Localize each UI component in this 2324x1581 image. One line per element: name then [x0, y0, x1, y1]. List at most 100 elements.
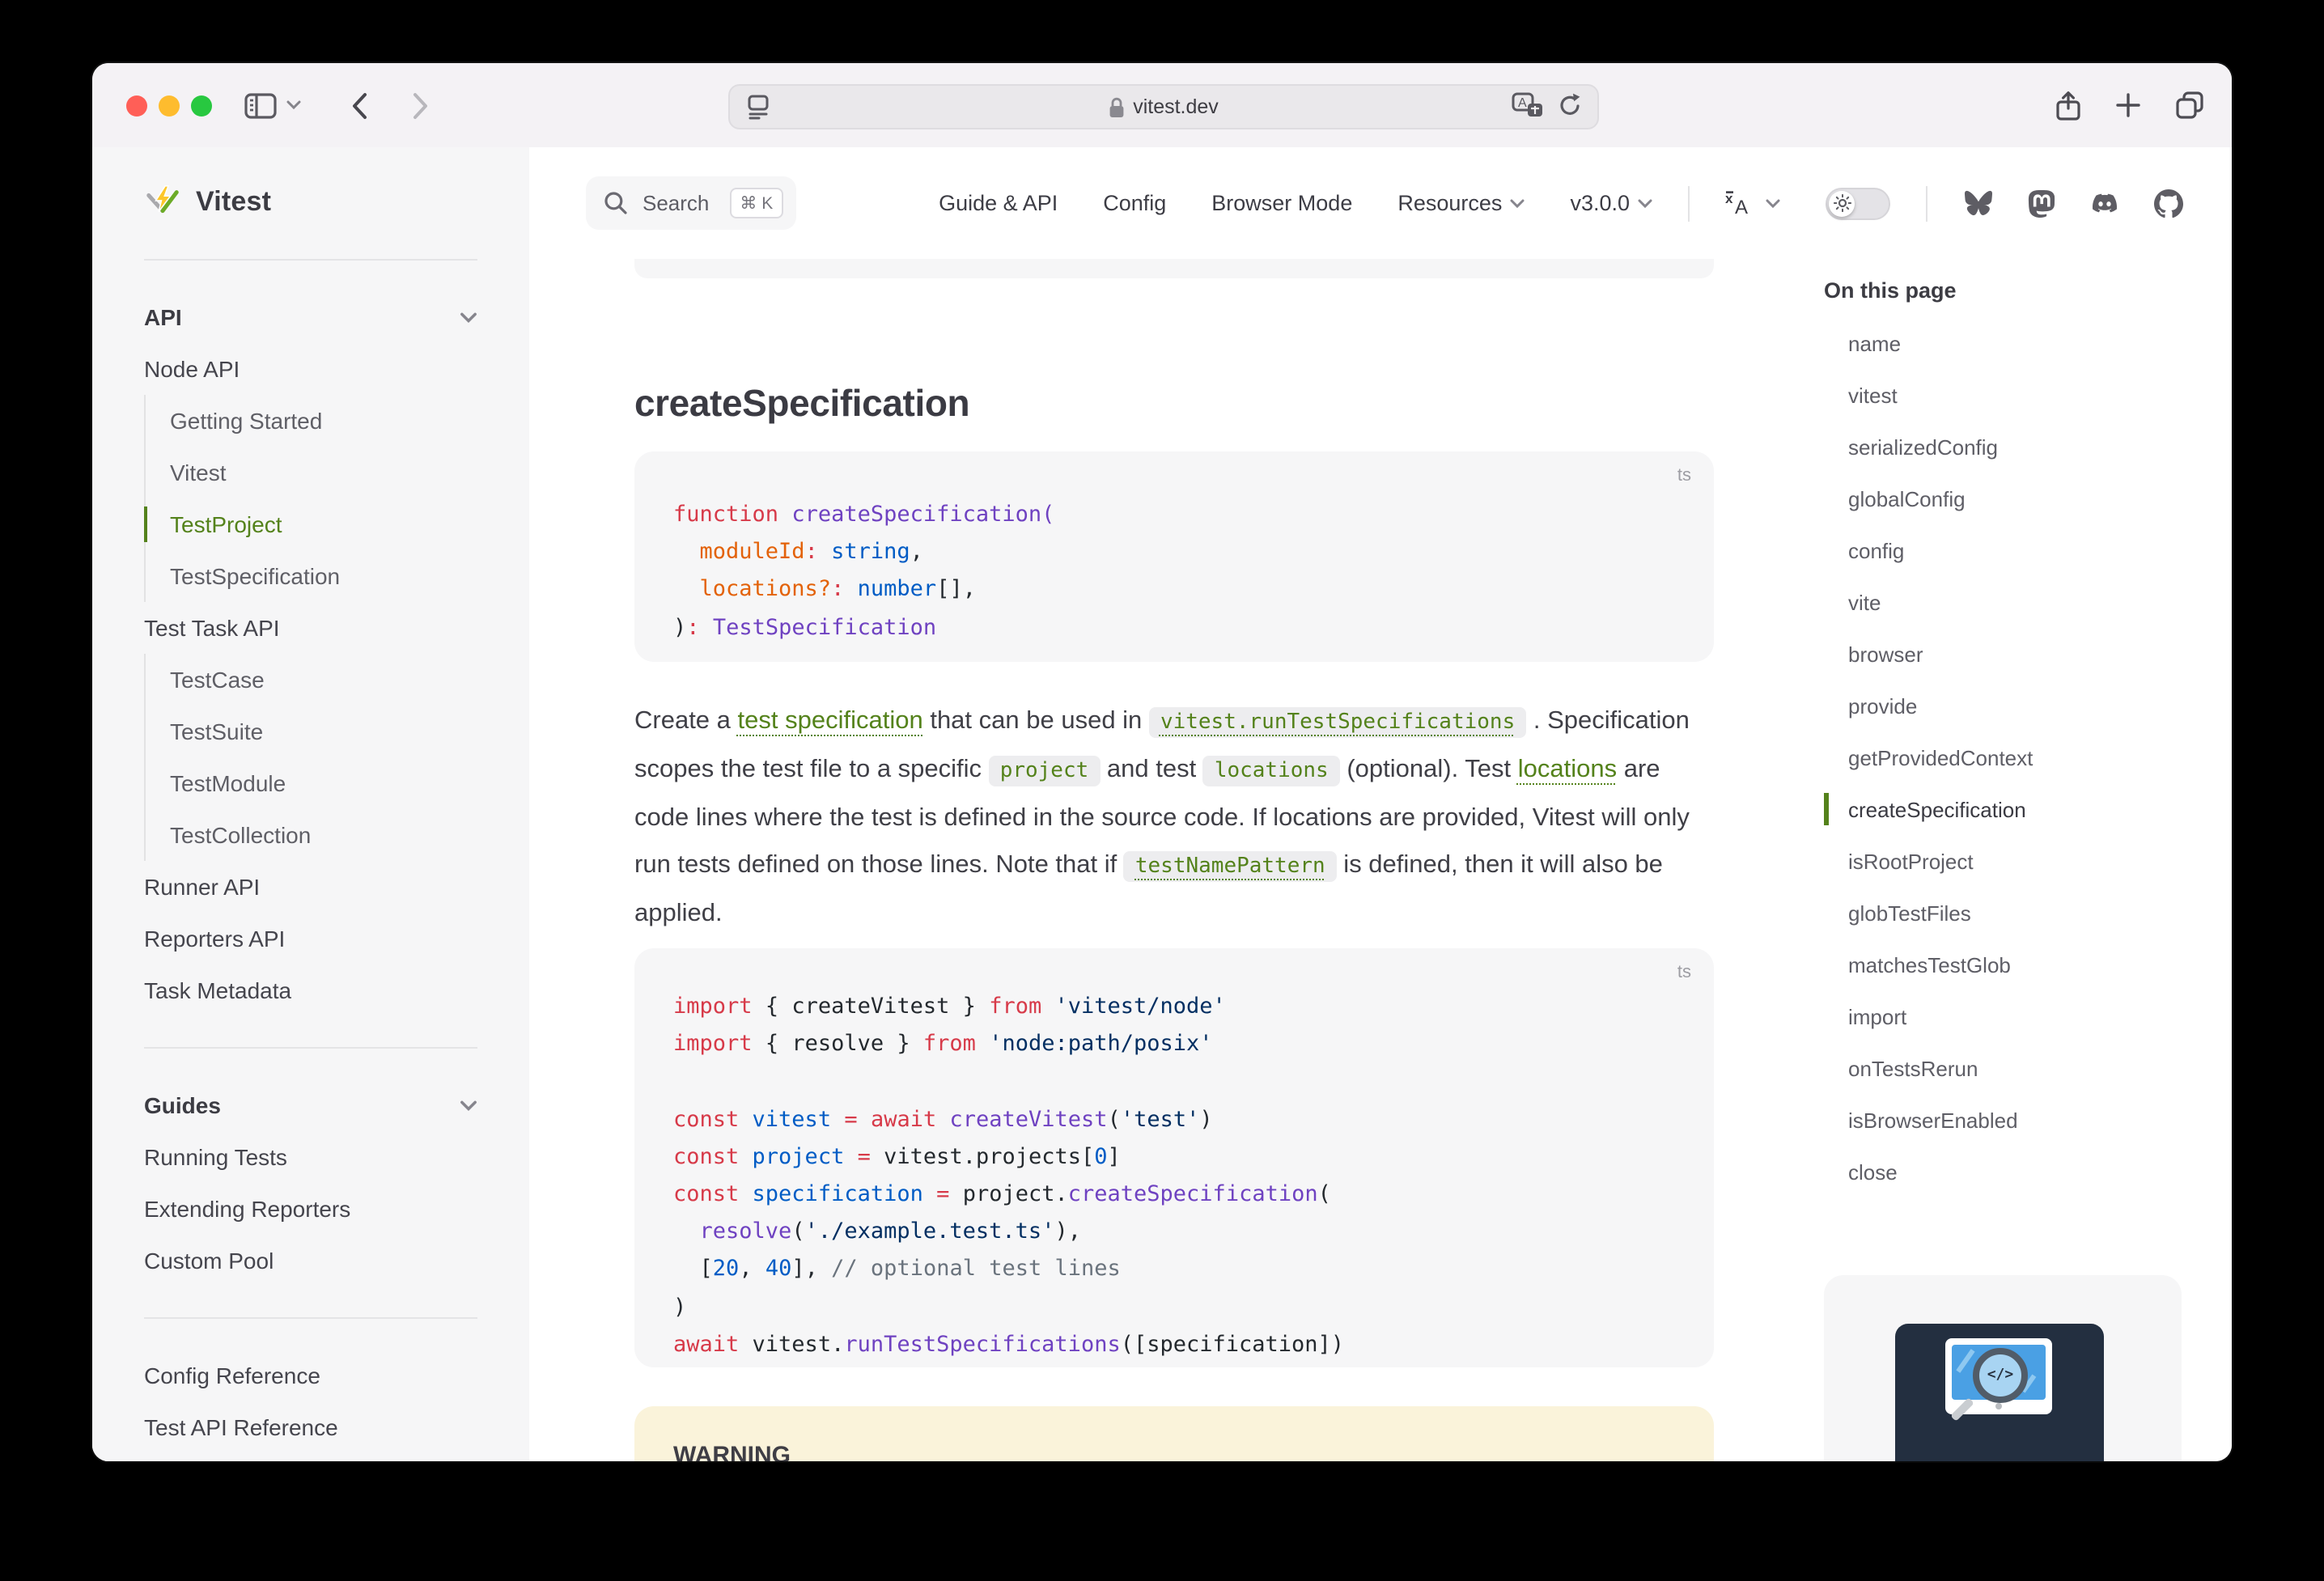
aside-item-config[interactable]: config: [1848, 524, 2182, 576]
code-line: moduleId: string,: [673, 534, 1675, 571]
address-bar[interactable]: vitest.dev A: [728, 84, 1599, 129]
sidebar-item-getting-started[interactable]: Getting Started: [170, 395, 477, 447]
close-window-button[interactable]: [126, 95, 147, 116]
site-viewport: Vitest APINode APIGetting StartedVitestT…: [92, 147, 2232, 1461]
sidebar-item-extending-reporters[interactable]: Extending Reporters: [144, 1183, 477, 1235]
nav-guide-api[interactable]: Guide & API: [939, 191, 1058, 215]
search-button[interactable]: Search ⌘ K: [586, 176, 795, 230]
sidebar-section-guides[interactable]: Guides: [144, 1079, 477, 1131]
reload-icon[interactable]: [1559, 92, 1581, 118]
tabs-icon: [2175, 91, 2204, 120]
magnifier-code-icon: </>: [1973, 1348, 2028, 1403]
chevron-down-icon: [460, 1100, 477, 1111]
vitest-logo[interactable]: Vitest: [144, 181, 477, 223]
on-this-page-title: On this page: [1824, 259, 2182, 303]
zoom-window-button[interactable]: [191, 95, 212, 116]
tab-overview-button[interactable]: [2170, 86, 2209, 125]
doc-link[interactable]: locations: [1518, 756, 1617, 783]
nav-resources[interactable]: Resources: [1397, 191, 1525, 215]
divider: [1926, 185, 1927, 221]
sidebar-divider: [144, 1047, 477, 1049]
inline-code-link[interactable]: vitest.runTestSpecifications: [1149, 707, 1526, 738]
sidebar-item-testmodule[interactable]: TestModule: [170, 757, 477, 809]
back-button[interactable]: [340, 86, 379, 125]
sidebar-menu-chevron[interactable]: [280, 86, 306, 125]
sidebar-label: Reporters API: [144, 926, 285, 952]
sidebar-item-reporters-api[interactable]: Reporters API: [144, 913, 477, 964]
sidebar-item-runner-api[interactable]: Runner API: [144, 861, 477, 913]
aside-item-import[interactable]: import: [1848, 990, 2182, 1042]
chevron-down-icon: [286, 100, 300, 110]
aside-item-isrootproject[interactable]: isRootProject: [1848, 835, 2182, 887]
warning-title: WARNING: [673, 1442, 1675, 1461]
chevron-right-icon: [413, 91, 429, 119]
url-text: vitest.dev: [1133, 95, 1219, 118]
theme-toggle-knob: [1829, 190, 1855, 216]
plus-icon: [2115, 92, 2141, 118]
aside-item-provide[interactable]: provide: [1848, 680, 2182, 731]
aside-item-createspecification[interactable]: createSpecification: [1848, 783, 2182, 835]
ad-card[interactable]: </>: [1824, 1275, 2182, 1461]
aside-item-globtestfiles[interactable]: globTestFiles: [1848, 887, 2182, 939]
sidebar-label: Node API: [144, 356, 240, 382]
url-text-wrap: vitest.dev: [730, 86, 1597, 128]
warning-callout: WARNING createSpecification expects reso…: [634, 1406, 1714, 1461]
sidebar-section-api[interactable]: API: [144, 291, 477, 343]
aside-item-globalconfig[interactable]: globalConfig: [1848, 473, 2182, 524]
language-switcher[interactable]: x A: [1725, 190, 1780, 216]
sidebar-item-test-task-api[interactable]: Test Task API: [144, 602, 477, 654]
url-right-icons: A: [1512, 92, 1581, 118]
sidebar-label: Test API Reference: [144, 1414, 338, 1440]
forward-button[interactable]: [401, 86, 440, 125]
code-line: function createSpecification(: [673, 497, 1675, 534]
aside-item-close[interactable]: close: [1848, 1146, 2182, 1197]
sidebar-item-task-metadata[interactable]: Task Metadata: [144, 964, 477, 1016]
sidebar-item-running-tests[interactable]: Running Tests: [144, 1131, 477, 1183]
aside-item-isbrowserenabled[interactable]: isBrowserEnabled: [1848, 1094, 2182, 1146]
minimize-window-button[interactable]: [159, 95, 180, 116]
inline-code-link[interactable]: testNamePattern: [1124, 851, 1337, 882]
nav-version[interactable]: v3.0.0: [1570, 191, 1652, 215]
sidebar-item-vitest[interactable]: Vitest: [170, 447, 477, 498]
sidebar-group: Getting StartedVitestTestProjectTestSpec…: [144, 395, 477, 602]
aside-item-ontestsrerun[interactable]: onTestsRerun: [1848, 1042, 2182, 1094]
translate-icon[interactable]: A: [1512, 92, 1544, 118]
nav-browser-mode[interactable]: Browser Mode: [1211, 191, 1352, 215]
aside-item-serializedconfig[interactable]: serializedConfig: [1848, 421, 2182, 473]
sidebar-group: TestCaseTestSuiteTestModuleTestCollectio…: [144, 654, 477, 861]
nav-version-label: v3.0.0: [1570, 191, 1630, 215]
code-line: const vitest = await createVitest('test'…: [673, 1101, 1675, 1138]
sidebar-item-custom-pool[interactable]: Custom Pool: [144, 1235, 477, 1286]
sidebar-item-testsuite[interactable]: TestSuite: [170, 706, 477, 757]
doc-link[interactable]: test specification: [738, 707, 923, 735]
aside-item-browser[interactable]: browser: [1848, 628, 2182, 680]
theme-toggle[interactable]: [1826, 187, 1890, 219]
sidebar-divider: [144, 1317, 477, 1319]
sidebar-item-config-reference[interactable]: Config Reference: [144, 1350, 477, 1401]
top-nav: Guide & API Config Browser Mode Resource…: [939, 185, 2183, 221]
aside-item-vitest[interactable]: vitest: [1848, 369, 2182, 421]
sidebar-label: Running Tests: [144, 1144, 287, 1170]
aside-item-name[interactable]: name: [1848, 317, 2182, 369]
sidebar-toggle-button[interactable]: [241, 86, 280, 125]
mastodon-icon[interactable]: [2028, 189, 2055, 218]
code-block-2: ts import { createVitest } from 'vitest/…: [634, 948, 1714, 1367]
bluesky-icon[interactable]: [1963, 189, 1994, 217]
share-button[interactable]: [2049, 86, 2088, 125]
sidebar-item-node-api[interactable]: Node API: [144, 343, 477, 395]
aside-item-matchestestglob[interactable]: matchesTestGlob: [1848, 939, 2182, 990]
chevron-left-icon: [351, 91, 367, 119]
aside-item-getprovidedcontext[interactable]: getProvidedContext: [1848, 731, 2182, 783]
aside-item-vite[interactable]: vite: [1848, 576, 2182, 628]
sidebar-item-testcollection[interactable]: TestCollection: [170, 809, 477, 861]
new-tab-button[interactable]: [2109, 86, 2148, 125]
discord-icon[interactable]: [2089, 191, 2120, 215]
sidebar-item-test-api-reference[interactable]: Test API Reference: [144, 1401, 477, 1453]
github-icon[interactable]: [2154, 189, 2183, 218]
code-line: [673, 1064, 1675, 1101]
sidebar-item-testproject[interactable]: TestProject: [170, 498, 477, 550]
nav-config[interactable]: Config: [1103, 191, 1166, 215]
chevron-down-icon: [1510, 198, 1525, 208]
sidebar-item-testcase[interactable]: TestCase: [170, 654, 477, 706]
sidebar-item-testspecification[interactable]: TestSpecification: [170, 550, 477, 602]
